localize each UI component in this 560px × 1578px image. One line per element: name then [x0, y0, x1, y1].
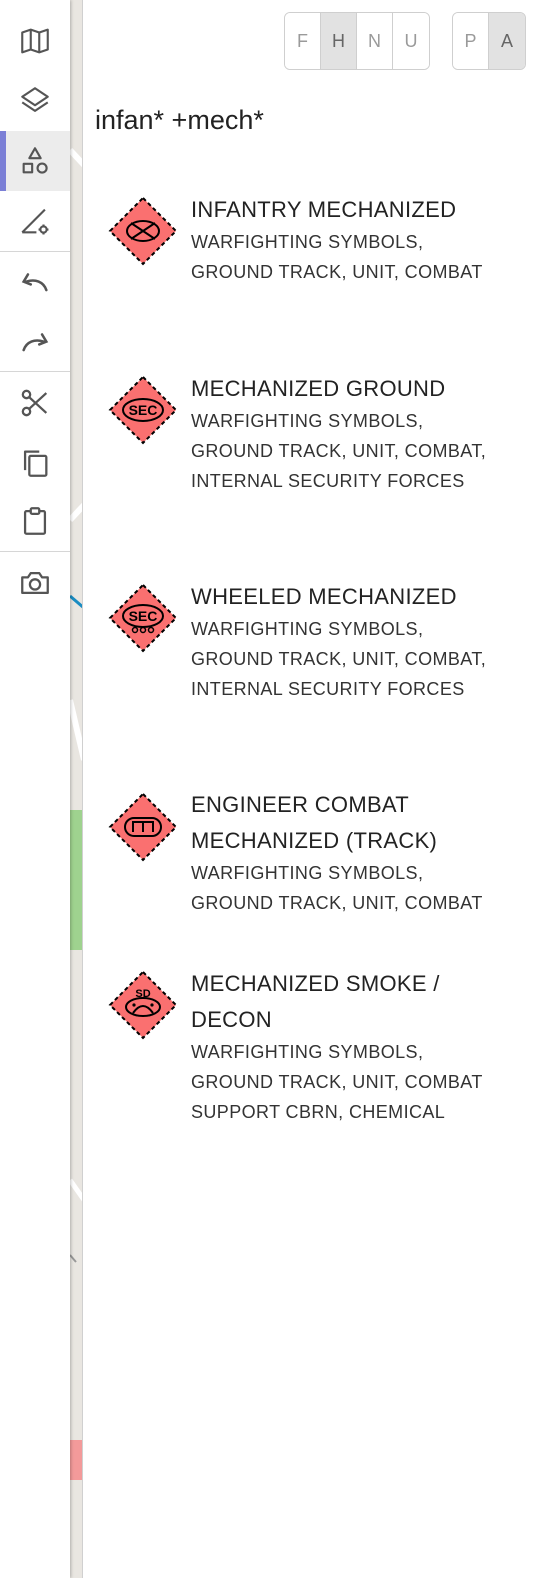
symbol-palette-panel: F H N U P A INFANTRY MECHANIZED WARFIGHT…	[82, 0, 560, 1578]
result-category: WARFIGHTING SYMBOLS,	[191, 1042, 424, 1062]
infantry-mechanized-icon	[108, 196, 178, 266]
draw-properties-button[interactable]	[0, 191, 70, 251]
result-title: WHEELED MECHANIZED	[191, 584, 457, 609]
symbol-palette-button[interactable]	[0, 131, 70, 191]
affiliation-selector: F H N U	[284, 12, 430, 70]
paste-button[interactable]	[0, 491, 70, 551]
screenshot-button[interactable]	[0, 553, 70, 613]
toolbar-divider	[0, 251, 70, 252]
security-mechanized-ground-icon: SEC	[108, 375, 178, 445]
smoke-decon-mechanized-icon: SD	[108, 970, 178, 1040]
paste-icon	[23, 507, 47, 535]
result-category: WARFIGHTING SYMBOLS,	[191, 863, 424, 883]
result-category: GROUND TRACK, UNIT, COMBAT	[191, 262, 483, 282]
list-item[interactable]: SEC MECHANIZED GROUND WARFIGHTING SYMBOL…	[83, 371, 560, 501]
symbol-text: SEC	[129, 608, 158, 624]
camera-icon	[21, 571, 49, 595]
affiliation-friend-button[interactable]: F	[285, 13, 321, 69]
result-title: MECHANIZED GROUND	[191, 376, 446, 401]
redo-icon	[22, 333, 49, 352]
undo-button[interactable]	[0, 253, 70, 313]
result-title: DECON	[191, 1007, 272, 1032]
affiliation-neutral-button[interactable]: N	[357, 13, 393, 69]
result-category: GROUND TRACK, UNIT, COMBAT	[191, 893, 483, 913]
result-category: GROUND TRACK, UNIT, COMBAT,	[191, 649, 487, 669]
result-category: WARFIGHTING SYMBOLS,	[191, 411, 424, 431]
security-wheeled-mechanized-icon: SEC	[108, 583, 178, 653]
symbol-text: SEC	[129, 402, 158, 418]
cut-icon	[21, 389, 48, 417]
cut-button[interactable]	[0, 373, 70, 433]
list-item[interactable]: SEC WHEELED MECHANIZED WARFIGHTING SYMBO…	[83, 579, 560, 709]
result-title: MECHANIZED SMOKE /	[191, 971, 440, 996]
result-category: GROUND TRACK, UNIT, COMBAT	[191, 1072, 483, 1092]
result-category: SUPPORT CBRN, CHEMICAL	[191, 1102, 446, 1122]
list-item[interactable]: SD MECHANIZED SMOKE / DECON WARFIGHTING …	[83, 966, 560, 1136]
undo-icon	[21, 273, 48, 292]
layers-icon	[21, 87, 49, 112]
status-anticipated-button[interactable]: A	[489, 13, 525, 69]
copy-icon	[23, 450, 48, 477]
map-icon	[21, 28, 49, 54]
shapes-icon	[22, 147, 48, 174]
draw-properties-icon	[21, 208, 49, 235]
layers-button[interactable]	[0, 71, 70, 131]
copy-button[interactable]	[0, 433, 70, 493]
map-button[interactable]	[0, 11, 70, 71]
result-category: INTERNAL SECURITY FORCES	[191, 471, 465, 491]
list-item[interactable]: INFANTRY MECHANIZED WARFIGHTING SYMBOLS,…	[83, 192, 560, 312]
list-item[interactable]: ENGINEER COMBAT MECHANIZED (TRACK) WARFI…	[83, 787, 560, 927]
redo-button[interactable]	[0, 313, 70, 373]
toolbar-divider	[0, 551, 70, 552]
left-toolbar	[0, 0, 70, 1578]
symbol-search-input[interactable]	[95, 100, 515, 140]
result-title: INFANTRY MECHANIZED	[191, 197, 457, 222]
status-selector: P A	[452, 12, 526, 70]
engineer-combat-mechanized-icon	[108, 792, 178, 862]
result-title: ENGINEER COMBAT	[191, 792, 410, 817]
result-category: INTERNAL SECURITY FORCES	[191, 679, 465, 699]
result-category: WARFIGHTING SYMBOLS,	[191, 232, 424, 252]
result-category: WARFIGHTING SYMBOLS,	[191, 619, 424, 639]
status-present-button[interactable]: P	[453, 13, 489, 69]
affiliation-unknown-button[interactable]: U	[393, 13, 429, 69]
result-title: MECHANIZED (TRACK)	[191, 828, 438, 853]
result-category: GROUND TRACK, UNIT, COMBAT,	[191, 441, 487, 461]
toolbar-divider	[0, 371, 70, 372]
affiliation-hostile-button[interactable]: H	[321, 13, 357, 69]
